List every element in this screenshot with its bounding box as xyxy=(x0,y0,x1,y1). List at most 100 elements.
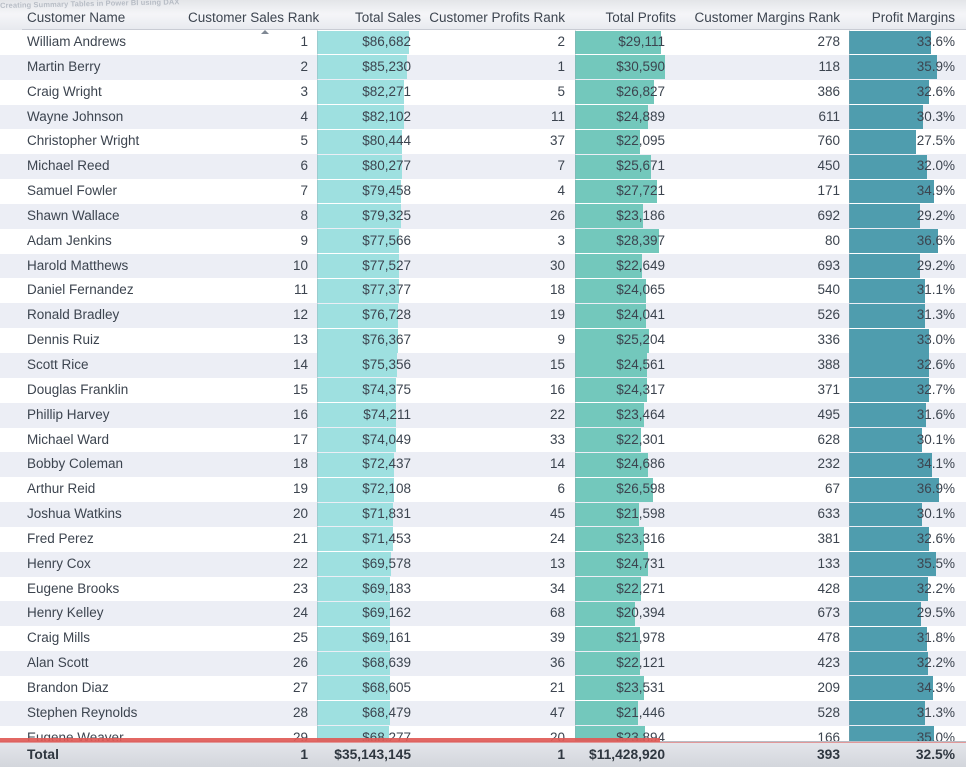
table-row[interactable]: Joshua Watkins 20 $71,831 45 $21,598 633 30.1% xyxy=(0,502,966,527)
cell-text: 526 xyxy=(817,307,840,323)
cell-customer-sales-rank: 22 xyxy=(188,552,317,577)
cell-text: $24,686 xyxy=(616,456,665,472)
cell-text: Arthur Reid xyxy=(27,481,96,497)
table-row[interactable]: Bobby Coleman 18 $72,437 14 $24,686 232 34.1% xyxy=(0,452,966,478)
cell-text: Shawn Wallace xyxy=(27,207,120,223)
cell-total-sales: $75,356 xyxy=(317,352,421,378)
cell-customer-name: Ronald Bradley xyxy=(0,303,188,328)
cell-text: 9 xyxy=(300,232,308,248)
cell-customer-profits-rank: 24 xyxy=(421,527,575,552)
table-row[interactable]: Michael Reed 6 $80,277 7 $25,671 450 32.0% xyxy=(0,154,966,180)
cell-text: 5 xyxy=(557,83,565,99)
cell-customer-sales-rank: 1 xyxy=(188,30,317,55)
cell-text: 30 xyxy=(549,257,565,273)
table-row[interactable]: Brandon Diaz 27 $68,605 21 $23,531 209 34.3% xyxy=(0,675,966,701)
cell-text: Christopher Wright xyxy=(27,133,140,149)
cell-customer-name: William Andrews xyxy=(0,30,188,55)
cell-text: $72,437 xyxy=(362,456,411,472)
table-row[interactable]: Martin Berry 2 $85,230 1 $30,590 118 35.9% xyxy=(0,54,966,80)
column-header-customer-name[interactable]: Customer Name xyxy=(0,10,188,30)
cell-text: $26,598 xyxy=(616,481,665,497)
table-row[interactable]: Harold Matthews 10 $77,527 30 $22,649 693 29.2… xyxy=(0,253,966,279)
cell-text: $69,162 xyxy=(362,605,411,621)
cell-text: 47 xyxy=(549,704,565,720)
cell-total-profits: $22,121 xyxy=(575,651,676,676)
column-header-customer-margins-rank[interactable]: Customer Margins Rank xyxy=(676,10,849,30)
column-header-profit-margins[interactable]: Profit Margins xyxy=(849,10,966,30)
cell-customer-name: Alan Scott xyxy=(0,651,188,676)
cell-profit-margins: 32.2% xyxy=(849,576,966,602)
table-row[interactable]: Wayne Johnson 4 $82,102 11 $24,889 611 30.3% xyxy=(0,104,966,130)
table-body[interactable]: William Andrews 1 $86,682 2 $29,111 278 33.6% M… xyxy=(0,30,966,741)
cell-customer-name: Brandon Diaz xyxy=(0,676,188,701)
cell-customer-name: Wayne Johnson xyxy=(0,105,188,130)
table-row[interactable]: Henry Kelley 24 $69,162 68 $20,394 673 29.5% xyxy=(0,601,966,627)
cell-customer-margins-rank: 628 xyxy=(676,428,849,453)
cell-text: $24,731 xyxy=(616,555,665,571)
cell-text: 4 xyxy=(557,183,565,199)
cell-text: $23,316 xyxy=(616,530,665,546)
table-row[interactable]: Eugene Brooks 23 $69,183 34 $22,271 428 32.2% xyxy=(0,576,966,602)
cell-text: $23,531 xyxy=(616,679,665,695)
cell-text: Michael Reed xyxy=(27,158,110,174)
cell-text: Brandon Diaz xyxy=(27,679,109,695)
column-header-customer-profits-rank[interactable]: Customer Profits Rank xyxy=(421,10,575,30)
cell-text: 278 xyxy=(817,34,840,49)
table-row[interactable]: Craig Mills 25 $69,161 39 $21,978 478 31.8% xyxy=(0,626,966,652)
cell-text: 528 xyxy=(817,704,840,720)
table-row[interactable]: Fred Perez 21 $71,453 24 $23,316 381 32.6% xyxy=(0,526,966,552)
cell-text: 31.8% xyxy=(916,630,955,646)
cell-text: 32.6% xyxy=(916,83,955,99)
cell-customer-profits-rank: 68 xyxy=(421,601,575,626)
cell-total-profits: $20,394 xyxy=(575,601,676,627)
cell-text: $77,527 xyxy=(362,257,411,273)
table-row[interactable]: Phillip Harvey 16 $74,211 22 $23,464 495 31.6% xyxy=(0,402,966,428)
cell-total-sales: $85,230 xyxy=(317,54,421,80)
cell-text: 29.5% xyxy=(916,605,955,621)
table-row[interactable]: Douglas Franklin 15 $74,375 16 $24,317 371 32.… xyxy=(0,377,966,403)
table-row[interactable]: Ronald Bradley 12 $76,728 19 $24,041 526 31.3% xyxy=(0,303,966,329)
table-row[interactable]: Craig Wright 3 $82,271 5 $26,827 386 32.6% xyxy=(0,79,966,105)
column-header-total-profits[interactable]: Total Profits xyxy=(575,10,676,30)
cell-customer-name: Martin Berry xyxy=(0,55,188,80)
table-row[interactable]: Adam Jenkins 9 $77,566 3 $28,397 80 36.6% xyxy=(0,228,966,254)
column-header-total-sales[interactable]: Total Sales xyxy=(317,10,421,30)
cell-total-profits: $24,686 xyxy=(575,452,676,478)
cell-customer-profits-rank: 15 xyxy=(421,353,575,378)
cell-text: Bobby Coleman xyxy=(27,456,124,472)
table-row[interactable]: Samuel Fowler 7 $79,458 4 $27,721 171 34.9% xyxy=(0,179,966,204)
cell-text: 12 xyxy=(292,307,308,323)
cell-total-profits: $27,721 xyxy=(575,179,676,204)
sort-ascending-icon xyxy=(260,30,269,34)
table-row[interactable]: Scott Rice 14 $75,356 15 $24,561 388 32.6% xyxy=(0,352,966,378)
cell-text: 6 xyxy=(300,158,308,174)
table-row[interactable]: Dennis Ruiz 13 $76,367 9 $25,204 336 33.0% xyxy=(0,328,966,353)
cell-text: 32.7% xyxy=(916,381,955,397)
table-row[interactable]: Stephen Reynolds 28 $68,479 47 $21,446 528 31.… xyxy=(0,700,966,726)
cell-total-sales: $69,162 xyxy=(317,601,421,627)
table-row[interactable]: Arthur Reid 19 $72,108 6 $26,598 67 36.9% xyxy=(0,477,966,503)
cell-text: $77,377 xyxy=(362,282,411,298)
cell-total-sales: $76,728 xyxy=(317,303,421,329)
table-row[interactable]: Alan Scott 26 $68,639 36 $22,121 423 32.2% xyxy=(0,651,966,676)
cell-total-sales: $86,682 xyxy=(317,30,421,55)
cell-customer-name: Douglas Franklin xyxy=(0,378,188,403)
cell-total-profits: $29,111 xyxy=(575,30,676,55)
cell-total-sales: $79,458 xyxy=(317,179,421,204)
cell-customer-sales-rank: 17 xyxy=(188,428,317,453)
table-row[interactable]: Daniel Fernandez 11 $77,377 18 $24,065 540 31.… xyxy=(0,278,966,304)
cell-customer-name: Christopher Wright xyxy=(0,129,188,154)
table-row[interactable]: Shawn Wallace 8 $79,325 26 $23,186 692 29.2% xyxy=(0,203,966,229)
column-header-customer-sales-rank[interactable]: Customer Sales Rank xyxy=(188,10,319,34)
cell-text: Eugene Brooks xyxy=(27,580,120,596)
table-row[interactable]: Michael Ward 17 $74,049 33 $22,301 628 30.1% xyxy=(0,427,966,453)
table-row[interactable]: Christopher Wright 5 $80,444 37 $22,095 760 27… xyxy=(0,129,966,155)
table-row[interactable]: William Andrews 1 $86,682 2 $29,111 278 33.6% xyxy=(0,30,966,55)
cell-customer-margins-rank: 673 xyxy=(676,601,849,626)
cell-text: $72,108 xyxy=(362,481,411,497)
table-row[interactable]: Henry Cox 22 $69,578 13 $24,731 133 35.5% xyxy=(0,551,966,577)
column-header-label: Total Sales xyxy=(354,10,421,25)
cell-customer-name: Bobby Coleman xyxy=(0,452,188,477)
cell-text: $22,301 xyxy=(616,431,665,447)
table-header: Customer Name Customer Sales Rank Total Sa… xyxy=(0,0,966,34)
